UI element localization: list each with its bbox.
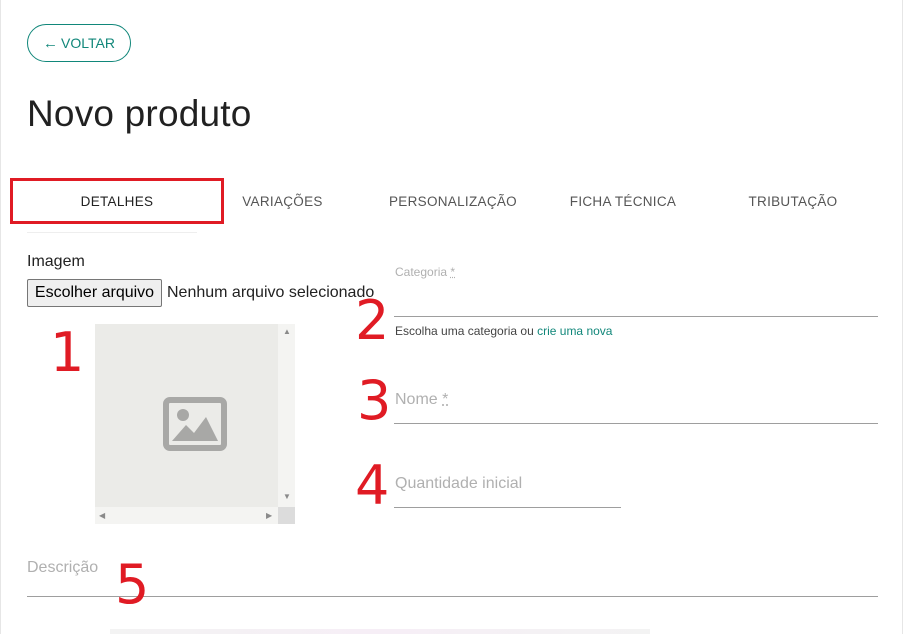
file-status: Nenhum arquivo selecionado [167, 284, 375, 301]
create-category-link[interactable]: crie uma nova [537, 324, 612, 338]
tab-label: TRIBUTAÇÃO [748, 193, 838, 209]
horizontal-scrollbar[interactable]: ◀ ▶ [95, 507, 278, 524]
categoria-input[interactable] [394, 316, 878, 317]
back-button-label: VOLTAR [61, 35, 115, 51]
tab-detalhes[interactable]: DETALHES [10, 178, 224, 224]
arrow-left-icon: ← [43, 34, 59, 52]
page-title: Novo produto [27, 93, 252, 134]
quantidade-label: Quantidade inicial [395, 475, 523, 492]
tab-label: VARIAÇÕES [242, 193, 323, 209]
image-preview: ▲ ▼ ◀ ▶ [95, 324, 295, 524]
tab-label: FICHA TÉCNICA [569, 193, 677, 209]
scroll-down-icon[interactable]: ▼ [283, 492, 291, 501]
scroll-left-icon[interactable]: ◀ [99, 511, 105, 520]
tab-ficha-tecnica[interactable]: FICHA TÉCNICA [550, 178, 696, 224]
quantidade-input[interactable] [394, 507, 621, 508]
nome-label-text: Nome [395, 391, 438, 408]
tab-tributacao[interactable]: TRIBUTAÇÃO [725, 178, 861, 224]
required-mark: * [442, 391, 449, 408]
image-label: Imagem [27, 253, 85, 270]
annotation-1: 1 [50, 321, 85, 384]
tab-variacoes[interactable]: VARIAÇÕES [224, 178, 341, 224]
vertical-scrollbar[interactable]: ▲ ▼ [278, 324, 295, 507]
bottom-edge [110, 629, 650, 634]
scroll-up-icon[interactable]: ▲ [283, 327, 291, 336]
categoria-helper: Escolha uma categoria ou crie uma nova [395, 324, 612, 338]
back-button[interactable]: ← VOLTAR [27, 24, 131, 62]
categoria-label-text: Categoria [395, 265, 448, 279]
required-mark: * [450, 265, 456, 279]
choose-file-button[interactable]: Escolher arquivo [27, 279, 162, 307]
annotation-5: 5 [115, 553, 150, 616]
categoria-label: Categoria * [395, 265, 455, 279]
annotation-2: 2 [355, 289, 390, 352]
nome-label: Nome * [395, 391, 448, 409]
tab-label: PERSONALIZAÇÃO [389, 193, 517, 209]
image-placeholder-icon [163, 397, 227, 451]
tab-bar: DETALHES VARIAÇÕES PERSONALIZAÇÃO FICHA … [0, 178, 903, 224]
tab-label: DETALHES [80, 193, 154, 209]
tab-underline [27, 232, 197, 233]
descricao-label: Descrição [27, 559, 99, 576]
descricao-input[interactable] [27, 596, 878, 597]
scroll-right-icon[interactable]: ▶ [266, 511, 272, 520]
helper-text: Escolha uma categoria ou [395, 324, 534, 338]
annotation-4: 4 [355, 454, 390, 517]
annotation-3: 3 [357, 369, 392, 432]
nome-input[interactable] [394, 423, 878, 424]
scrollbar-corner [278, 507, 295, 524]
tab-personalizacao[interactable]: PERSONALIZAÇÃO [373, 178, 533, 224]
